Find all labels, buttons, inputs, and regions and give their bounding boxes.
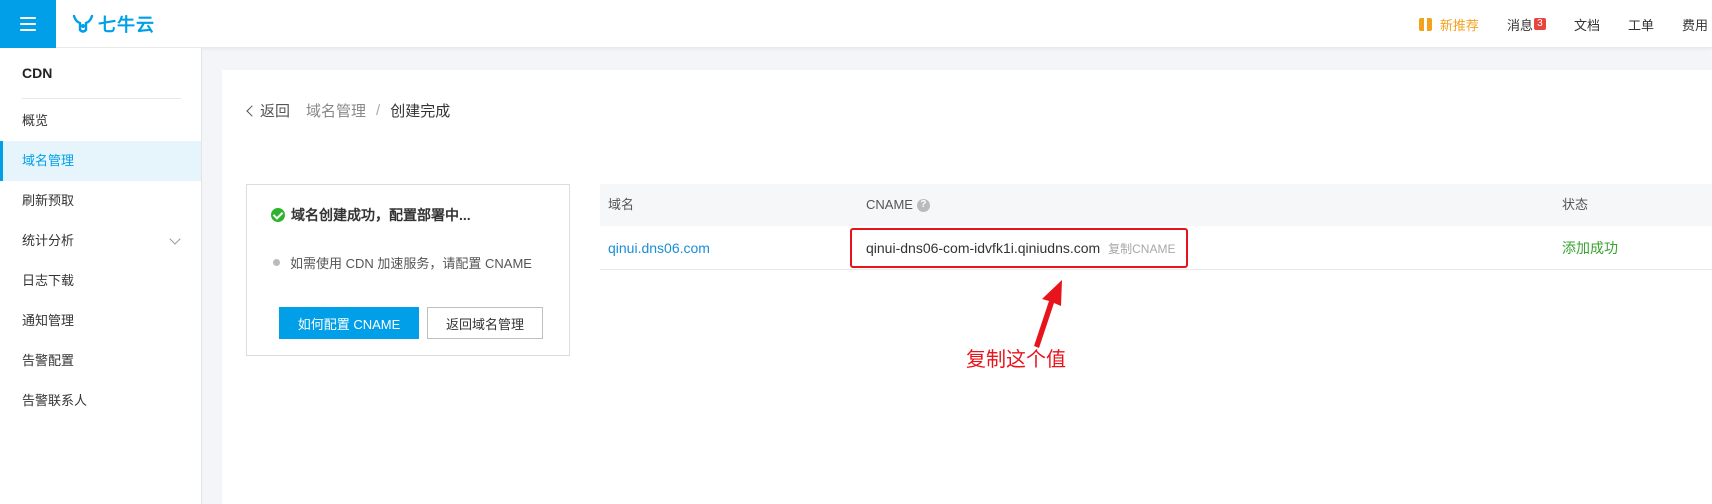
annotation-label: 复制这个值 — [966, 349, 1066, 371]
annotation-arrow-icon — [1034, 280, 1062, 348]
